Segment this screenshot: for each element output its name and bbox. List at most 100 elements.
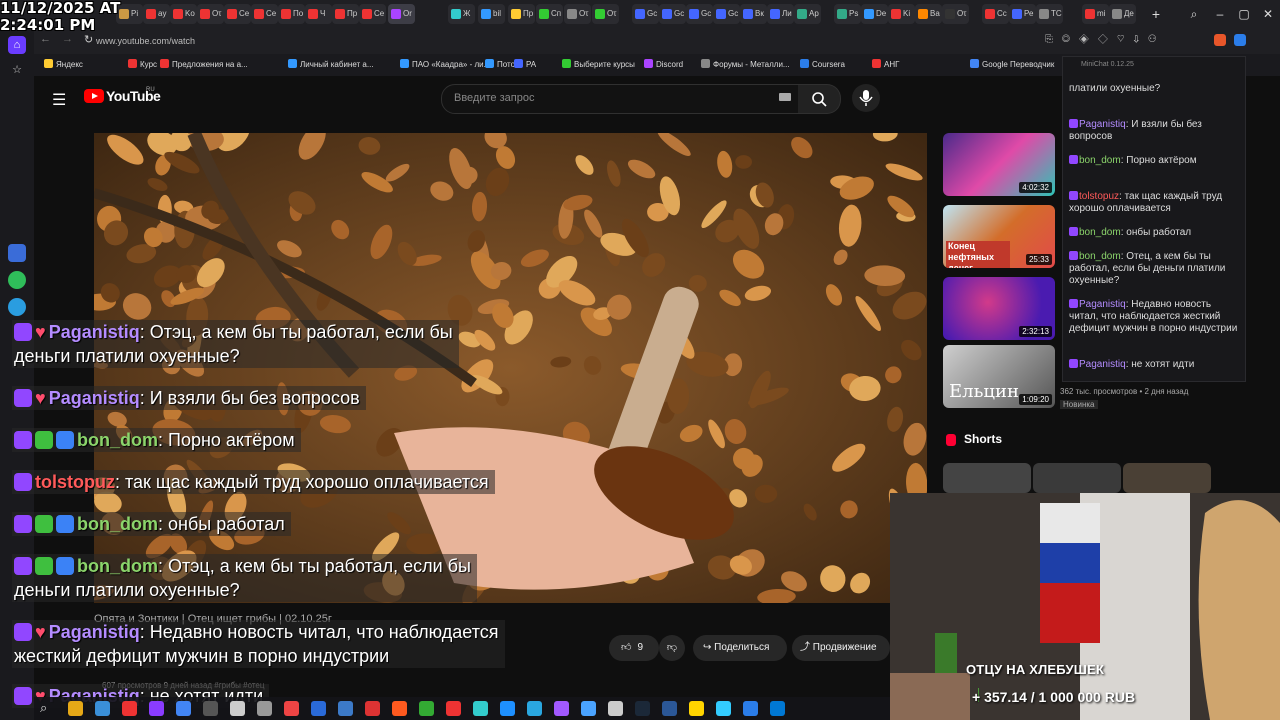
taskbar-app-icon[interactable] xyxy=(473,701,488,716)
taskbar-app-icon[interactable] xyxy=(635,701,650,716)
maximize-button[interactable]: ▢ xyxy=(1234,4,1254,24)
extension-fox-icon[interactable] xyxy=(1214,34,1226,46)
taskbar-app-icon[interactable] xyxy=(770,701,785,716)
taskbar-app-icon[interactable] xyxy=(500,701,515,716)
browser-tab[interactable]: Gc xyxy=(659,4,686,24)
taskbar-app-icon[interactable] xyxy=(365,701,380,716)
recommendation-thumb-2[interactable]: Конец нефтяных денег 25:33 xyxy=(943,205,1055,268)
bookmark-item[interactable]: Выберите курсы xyxy=(562,58,635,72)
browser-tab[interactable]: TC xyxy=(1036,4,1063,24)
dislike-button[interactable]: 👎︎ xyxy=(659,635,685,661)
back-button[interactable]: ← xyxy=(40,33,51,45)
search-tabs-icon[interactable]: ⌕ xyxy=(1184,4,1204,24)
recommendation-thumb-4[interactable]: Ельцин 1:09:20 xyxy=(943,345,1055,408)
minimize-button[interactable]: – xyxy=(1210,4,1230,24)
taskbar-app-icon[interactable] xyxy=(203,701,218,716)
taskbar-app-icon[interactable] xyxy=(716,701,731,716)
reload-button[interactable]: ↻ xyxy=(84,33,93,46)
taskbar-app-icon[interactable] xyxy=(554,701,569,716)
taskbar-app-icon[interactable] xyxy=(689,701,704,716)
browser-tab[interactable]: Ва xyxy=(915,4,942,24)
taskbar-app-icon[interactable] xyxy=(743,701,758,716)
taskbar-app-icon[interactable] xyxy=(446,701,461,716)
browser-tab[interactable]: Сс xyxy=(982,4,1009,24)
short-thumb-2[interactable] xyxy=(1033,463,1121,493)
taskbar-app-icon[interactable] xyxy=(176,701,191,716)
whatsapp-icon[interactable] xyxy=(8,271,26,289)
browser-tab[interactable]: Oτ xyxy=(564,4,591,24)
short-thumb-3[interactable] xyxy=(1123,463,1211,493)
search-taskbar-icon[interactable]: ⌕ xyxy=(40,700,47,716)
ai-icon[interactable] xyxy=(8,244,26,262)
browser-tab[interactable]: Πo xyxy=(278,4,305,24)
browser-tab[interactable]: ay xyxy=(143,4,170,24)
browser-tab[interactable]: Oτ xyxy=(942,4,969,24)
taskbar-app-icon[interactable] xyxy=(581,701,596,716)
browser-tab[interactable]: Ce xyxy=(224,4,251,24)
star-icon[interactable]: ☆ xyxy=(8,61,26,79)
bookmark-item[interactable]: PA xyxy=(514,58,536,72)
browser-tab[interactable]: Ж xyxy=(448,4,475,24)
like-button[interactable]: 👍︎ 9 xyxy=(609,635,659,661)
bookmark-item[interactable]: Личный кабинет а... xyxy=(288,58,374,72)
recommendation-thumb-1[interactable]: 4:02:32 xyxy=(943,133,1055,196)
taskbar-app-icon[interactable] xyxy=(68,701,83,716)
browser-tab[interactable]: Де xyxy=(1109,4,1136,24)
bookmark-item[interactable]: Яндекс xyxy=(44,58,83,72)
browser-tab[interactable]: Ли xyxy=(767,4,794,24)
forward-button[interactable]: → xyxy=(62,33,73,45)
browser-tab[interactable]: Ар xyxy=(794,4,821,24)
menu-icon[interactable]: ☰ xyxy=(52,90,66,110)
share-button[interactable]: ↪ Поделиться xyxy=(693,635,787,661)
browser-tab[interactable]: Oτ xyxy=(197,4,224,24)
browser-tab[interactable]: Gc xyxy=(632,4,659,24)
browser-tab[interactable]: Ps xyxy=(834,4,861,24)
bookmark-item[interactable]: Coursera xyxy=(800,58,845,72)
browser-tab[interactable]: Ч xyxy=(305,4,332,24)
bookmark-item[interactable]: АНГ xyxy=(872,58,899,72)
taskbar-app-icon[interactable] xyxy=(149,701,164,716)
browser-tab[interactable]: mi xyxy=(1082,4,1109,24)
browser-tab[interactable]: Пр xyxy=(508,4,535,24)
voice-search-button[interactable] xyxy=(852,84,880,112)
browser-tab[interactable]: Or xyxy=(388,4,415,24)
browser-tab[interactable]: Вк xyxy=(740,4,767,24)
browser-tab[interactable]: Gc xyxy=(686,4,713,24)
keyboard-icon[interactable] xyxy=(779,93,791,101)
extension-vpn-icon[interactable] xyxy=(1234,34,1246,46)
home-icon[interactable]: ⌂ xyxy=(8,36,26,54)
taskbar-app-icon[interactable] xyxy=(95,701,110,716)
browser-tab[interactable]: Сп xyxy=(536,4,563,24)
taskbar-app-icon[interactable] xyxy=(662,701,677,716)
browser-tab[interactable]: Gc xyxy=(713,4,740,24)
taskbar-app-icon[interactable] xyxy=(122,701,137,716)
bookmark-item[interactable]: ПАО «Каадра» - ли... xyxy=(400,58,490,72)
browser-tab[interactable]: De xyxy=(861,4,888,24)
new-tab-button[interactable]: + xyxy=(1148,4,1164,24)
browser-tab[interactable]: Ce xyxy=(359,4,386,24)
taskbar-app-icon[interactable] xyxy=(257,701,272,716)
close-window-button[interactable]: ✕ xyxy=(1258,4,1278,24)
browser-tab[interactable]: Ре xyxy=(1009,4,1036,24)
recommendation-thumb-3[interactable]: 2:32:13 xyxy=(943,277,1055,340)
taskbar-app-icon[interactable] xyxy=(230,701,245,716)
bookmark-item[interactable]: Форумы - Металли... xyxy=(701,58,790,72)
taskbar-app-icon[interactable] xyxy=(338,701,353,716)
bookmark-item[interactable]: Предложения на а... xyxy=(160,58,248,72)
taskbar-app-icon[interactable] xyxy=(608,701,623,716)
taskbar-app-icon[interactable] xyxy=(527,701,542,716)
url-field[interactable] xyxy=(96,32,996,50)
browser-tab[interactable]: Πр xyxy=(332,4,359,24)
browser-tab[interactable]: Oτ xyxy=(592,4,619,24)
taskbar-app-icon[interactable] xyxy=(284,701,299,716)
bookmark-item[interactable]: Google Переводчик xyxy=(970,58,1054,72)
taskbar-app-icon[interactable] xyxy=(419,701,434,716)
taskbar-app-icon[interactable] xyxy=(392,701,407,716)
search-input[interactable] xyxy=(452,91,756,105)
browser-tab[interactable]: Ki xyxy=(888,4,915,24)
bookmark-item[interactable]: Discord xyxy=(644,58,683,72)
browser-tab[interactable]: Ce xyxy=(251,4,278,24)
short-thumb-1[interactable] xyxy=(943,463,1031,493)
browser-tab[interactable]: Ko xyxy=(170,4,197,24)
search-button[interactable] xyxy=(798,84,841,114)
